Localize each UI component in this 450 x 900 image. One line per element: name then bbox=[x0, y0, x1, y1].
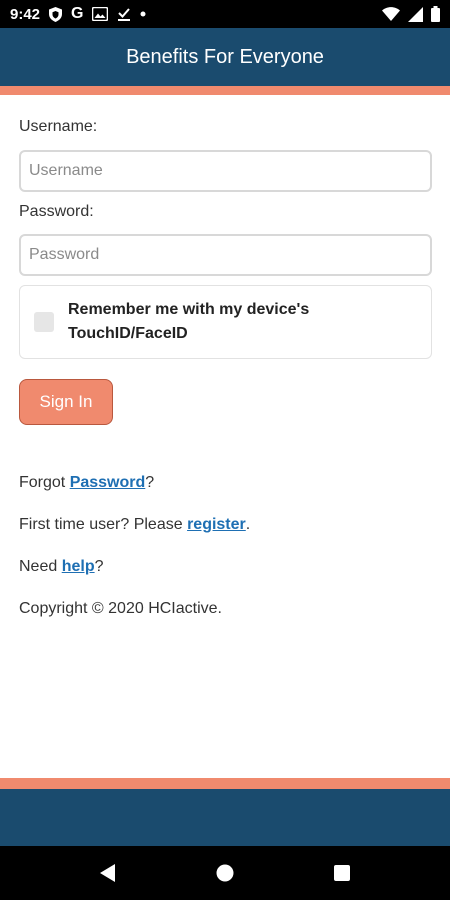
back-icon[interactable] bbox=[88, 853, 128, 893]
username-label: Username: bbox=[19, 118, 98, 135]
app-bar: Benefits For Everyone bbox=[0, 28, 450, 86]
forgot-password-link[interactable]: Password bbox=[70, 474, 146, 491]
app-title: Benefits For Everyone bbox=[126, 45, 324, 68]
help-link[interactable]: help bbox=[62, 558, 95, 575]
register-link[interactable]: register bbox=[187, 516, 246, 533]
username-input[interactable] bbox=[19, 150, 432, 192]
recents-icon[interactable] bbox=[322, 853, 362, 893]
status-bar: 9:42 G bbox=[0, 0, 450, 28]
signal-icon bbox=[408, 6, 423, 22]
footer-bar bbox=[0, 789, 450, 846]
need-help-line: Need help? bbox=[19, 558, 104, 576]
header-accent-stripe bbox=[0, 86, 450, 95]
battery-icon bbox=[431, 6, 440, 22]
status-right bbox=[382, 6, 440, 22]
first-prefix: First time user? Please bbox=[19, 516, 188, 533]
home-icon[interactable] bbox=[205, 853, 245, 893]
sign-in-button[interactable]: Sign In bbox=[19, 379, 113, 425]
status-left: 9:42 G bbox=[10, 5, 146, 23]
forgot-suffix: ? bbox=[145, 474, 155, 491]
shield-icon bbox=[49, 6, 63, 22]
help-prefix: Need bbox=[19, 558, 62, 575]
forgot-prefix: Forgot bbox=[19, 474, 70, 491]
first-suffix: . bbox=[245, 516, 251, 533]
first-time-user-line: First time user? Please register. bbox=[19, 516, 250, 534]
password-label: Password: bbox=[19, 203, 94, 220]
remember-me-checkbox[interactable] bbox=[34, 312, 54, 332]
navigation-bar bbox=[0, 846, 450, 900]
password-input[interactable] bbox=[19, 234, 432, 276]
google-g-icon: G bbox=[71, 5, 84, 22]
copyright-text: Copyright © 2020 HCIactive. bbox=[19, 600, 222, 617]
remember-me-container[interactable]: Remember me with my device's TouchID/Fac… bbox=[19, 285, 432, 359]
status-time: 9:42 bbox=[10, 5, 41, 23]
help-suffix: ? bbox=[94, 558, 104, 575]
footer-accent-stripe bbox=[0, 778, 450, 789]
dot-icon bbox=[140, 11, 146, 17]
wifi-icon bbox=[382, 7, 400, 21]
remember-me-label: Remember me with my device's TouchID/Fac… bbox=[68, 301, 310, 342]
forgot-password-line: Forgot Password? bbox=[19, 474, 154, 492]
image-icon bbox=[92, 7, 109, 21]
download-done-icon bbox=[117, 7, 131, 21]
